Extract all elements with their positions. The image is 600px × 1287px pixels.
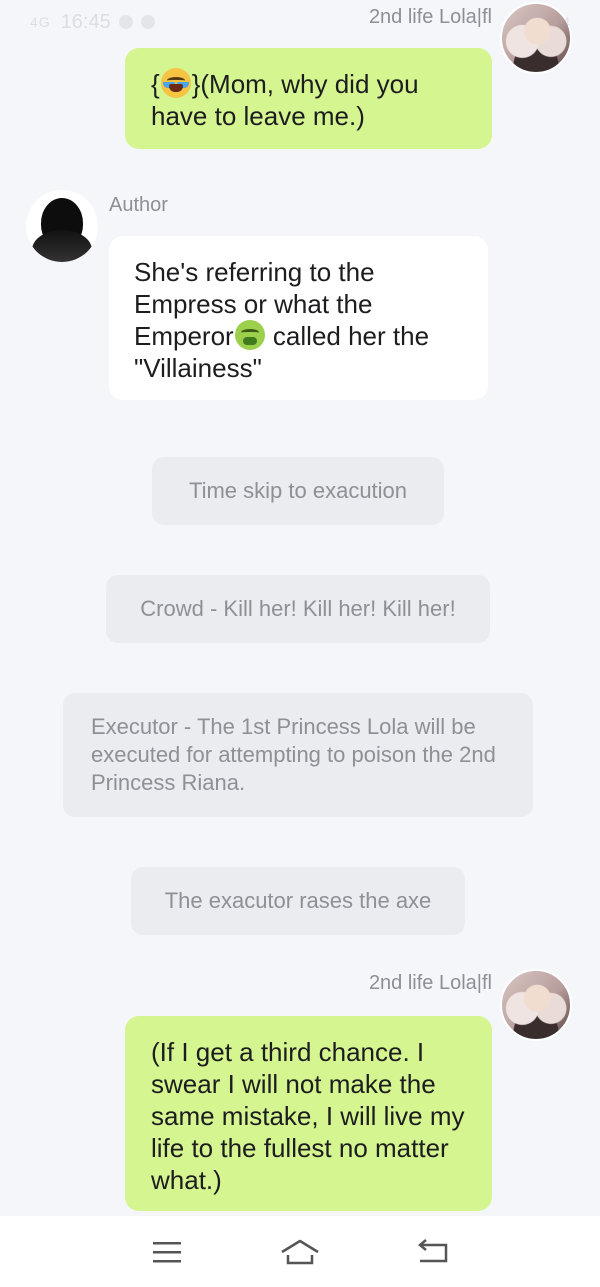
sent-message-bubble[interactable]: (If I get a third chance. I swear I will… — [125, 1016, 492, 1211]
status-bar: 4G 16:45 74 — [30, 8, 570, 36]
avatar[interactable] — [500, 969, 572, 1041]
narration-text: Crowd - Kill her! Kill her! Kill her! — [140, 596, 456, 621]
sender-name: 2nd life Lola|fl — [368, 972, 492, 994]
sender-name: Author — [109, 194, 168, 216]
message-text: (If I get a third chance. I swear I will… — [151, 1037, 465, 1195]
menu-icon — [152, 1241, 181, 1262]
back-button[interactable] — [403, 1222, 463, 1282]
status-time: 16:45 — [60, 10, 111, 33]
narration-text: Executor - The 1st Princess Lola will be… — [91, 714, 496, 795]
home-button[interactable] — [270, 1222, 330, 1282]
nauseated-face-icon — [234, 320, 265, 350]
home-icon — [281, 1239, 319, 1264]
narration-message[interactable]: Crowd - Kill her! Kill her! Kill her! — [106, 575, 490, 643]
narration-message[interactable]: Time skip to exacution — [152, 457, 444, 525]
alarm-icon — [140, 15, 155, 29]
message-text: }(Mom, why did you have to leave me.) — [151, 69, 419, 131]
chat-screen: 4G 16:45 74 2nd life Lola|fl {}(Mom, why… — [0, 0, 600, 1287]
sent-message-bubble[interactable]: {}(Mom, why did you have to leave me.) — [125, 48, 492, 149]
navigation-bar — [0, 1216, 600, 1287]
battery-indicator: 74 — [554, 14, 570, 30]
message-text: { — [151, 69, 160, 99]
silhouette-body — [32, 230, 92, 262]
received-message-bubble[interactable]: She's referring to the Empress or what t… — [109, 236, 488, 400]
signal-icon: 4G — [30, 14, 51, 30]
notification-icon — [118, 15, 133, 29]
avatar[interactable] — [26, 190, 98, 262]
loudly-crying-face-icon — [160, 68, 191, 98]
narration-message[interactable]: Executor - The 1st Princess Lola will be… — [63, 693, 533, 817]
narration-text: The exacutor rases the axe — [164, 888, 432, 913]
menu-button[interactable] — [137, 1222, 197, 1282]
narration-message[interactable]: The exacutor rases the axe — [131, 867, 465, 935]
back-icon — [418, 1238, 448, 1262]
narration-text: Time skip to exacution — [188, 478, 408, 503]
